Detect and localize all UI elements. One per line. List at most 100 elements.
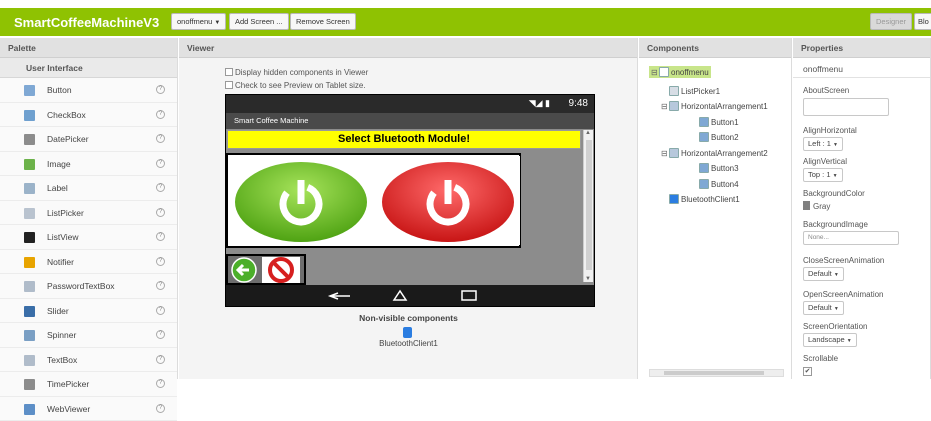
bg-color-picker[interactable]: Gray — [803, 201, 830, 211]
scrollable-checkbox[interactable]: ✔ — [803, 366, 812, 376]
display-hidden-label: Display hidden components in Viewer — [235, 68, 368, 77]
listpicker-icon — [24, 208, 35, 219]
align-vertical-value: Top : 1 — [808, 170, 831, 179]
screen-select-dropdown[interactable]: onoffmenu▼ — [171, 13, 226, 30]
help-icon[interactable]: ? — [156, 257, 165, 266]
palette-item-image[interactable]: Image? — [0, 152, 177, 177]
bg-image-picker[interactable]: None... — [803, 231, 899, 245]
listview-icon — [24, 232, 35, 243]
help-icon[interactable]: ? — [156, 208, 165, 217]
open-anim-value: Default — [808, 303, 832, 312]
align-horizontal-value: Left : 1 — [808, 139, 831, 148]
add-screen-button[interactable]: Add Screen ... — [229, 13, 289, 30]
chevron-down-icon: ▼ — [834, 306, 839, 312]
component-node-label: Button3 — [711, 164, 739, 173]
checkbox-icon — [24, 110, 35, 121]
component-node-button4[interactable]: Button4 — [691, 179, 739, 189]
help-icon[interactable]: ? — [156, 232, 165, 241]
nav-back-icon[interactable] — [330, 293, 350, 299]
open-anim-dropdown[interactable]: Default ▼ — [803, 301, 844, 315]
help-icon[interactable]: ? — [156, 379, 165, 388]
collapse-toggle-icon[interactable]: ⊟ — [661, 102, 669, 111]
component-node-bluetoothclient1[interactable]: BluetoothClient1 — [661, 194, 740, 204]
prop-bg-color-label: BackgroundColor — [803, 189, 865, 198]
component-node-button2[interactable]: Button2 — [691, 132, 739, 142]
help-icon[interactable]: ? — [156, 330, 165, 339]
remove-screen-button[interactable]: Remove Screen — [290, 13, 356, 30]
close-anim-dropdown[interactable]: Default ▼ — [803, 267, 844, 281]
checkbox-box[interactable] — [225, 81, 233, 89]
nav-home-icon[interactable] — [394, 291, 406, 300]
palette-item-listpicker[interactable]: ListPicker? — [0, 201, 177, 226]
project-title: SmartCoffeeMachineV3 — [14, 15, 159, 30]
palette-item-label: Label — [47, 183, 68, 193]
button-icon — [699, 117, 709, 127]
checkbox-box[interactable] — [225, 68, 233, 76]
help-icon[interactable]: ? — [156, 134, 165, 143]
chevron-down-icon: ▼ — [214, 20, 220, 26]
hscroll-thumb[interactable] — [664, 371, 764, 375]
nav-recent-icon[interactable] — [462, 291, 476, 300]
display-hidden-checkbox[interactable]: Display hidden components in Viewer — [225, 68, 368, 77]
align-vertical-dropdown[interactable]: Top : 1 ▼ — [803, 168, 843, 182]
button-icon — [699, 179, 709, 189]
palette-item-spinner[interactable]: Spinner? — [0, 323, 177, 348]
blocks-button[interactable]: Blo — [914, 13, 931, 30]
help-icon[interactable]: ? — [156, 85, 165, 94]
scroll-down-icon[interactable]: ▼ — [585, 276, 591, 282]
palette-item-label[interactable]: Label? — [0, 176, 177, 201]
palette-item-listview[interactable]: ListView? — [0, 225, 177, 250]
power-on-button[interactable] — [229, 156, 373, 245]
prop-orientation-label: ScreenOrientation — [803, 322, 867, 331]
palette-item-notifier[interactable]: Notifier? — [0, 250, 177, 275]
collapse-toggle-icon[interactable]: ⊟ — [661, 149, 669, 158]
list-picker-select-bluetooth[interactable]: Select Bluetooth Module! — [227, 130, 581, 149]
power-off-button[interactable] — [376, 156, 520, 245]
scroll-up-icon[interactable]: ▲ — [585, 130, 591, 136]
help-icon[interactable]: ? — [156, 281, 165, 290]
orientation-dropdown[interactable]: Landscape ▼ — [803, 333, 857, 347]
palette-category-user-interface[interactable]: User Interface — [0, 58, 177, 78]
help-icon[interactable]: ? — [156, 306, 165, 315]
components-hscroll[interactable] — [649, 369, 784, 377]
screen-scrollbar[interactable]: ▲ ▼ — [583, 130, 593, 282]
collapse-toggle-icon[interactable]: ⊟ — [651, 68, 659, 77]
scroll-thumb[interactable] — [586, 140, 592, 270]
help-icon[interactable]: ? — [156, 110, 165, 119]
listpicker-icon — [669, 86, 679, 96]
help-icon[interactable]: ? — [156, 159, 165, 168]
align-horizontal-dropdown[interactable]: Left : 1 ▼ — [803, 137, 843, 151]
horizontal-arrangement-1 — [226, 153, 521, 248]
tablet-preview-checkbox[interactable]: Check to see Preview on Tablet size. — [225, 81, 366, 90]
palette-item-button[interactable]: Button? — [0, 78, 177, 103]
android-nav-bar — [226, 285, 594, 306]
arrangement-2-buttons — [228, 256, 304, 283]
about-screen-textarea[interactable] — [803, 98, 889, 116]
close-anim-value: Default — [808, 269, 832, 278]
component-node-listpicker1[interactable]: ListPicker1 — [661, 86, 720, 96]
component-node-button3[interactable]: Button3 — [691, 163, 739, 173]
back-button[interactable] — [232, 258, 256, 282]
palette-item-datepicker[interactable]: DatePicker? — [0, 127, 177, 152]
help-icon[interactable]: ? — [156, 355, 165, 364]
palette-item-webviewer[interactable]: WebViewer? — [0, 397, 177, 421]
component-node-button1[interactable]: Button1 — [691, 117, 739, 127]
screen-title-bar: Smart Coffee Machine — [226, 113, 594, 129]
component-node-horizontalarrangement1[interactable]: ⊟HorizontalArrangement1 — [661, 101, 768, 111]
button-icon — [699, 163, 709, 173]
palette-item-slider[interactable]: Slider? — [0, 299, 177, 324]
designer-button[interactable]: Designer — [870, 13, 912, 30]
component-node-horizontalarrangement2[interactable]: ⊟HorizontalArrangement2 — [661, 148, 768, 158]
stop-button[interactable] — [262, 257, 300, 283]
palette-item-checkbox[interactable]: CheckBox? — [0, 103, 177, 128]
prop-close-anim-label: CloseScreenAnimation — [803, 256, 884, 265]
palette-list: Button?CheckBox?DatePicker?Image?Label?L… — [0, 78, 177, 421]
palette-item-timepicker[interactable]: TimePicker? — [0, 372, 177, 397]
component-node-onoffmenu[interactable]: ⊟onoffmenu — [649, 66, 711, 78]
help-icon[interactable]: ? — [156, 183, 165, 192]
palette-item-passwordtextbox[interactable]: PasswordTextBox? — [0, 274, 177, 299]
palette-item-label: CheckBox — [47, 110, 86, 120]
help-icon[interactable]: ? — [156, 404, 165, 413]
palette-item-label: PasswordTextBox — [47, 281, 115, 291]
palette-item-textbox[interactable]: TextBox? — [0, 348, 177, 373]
